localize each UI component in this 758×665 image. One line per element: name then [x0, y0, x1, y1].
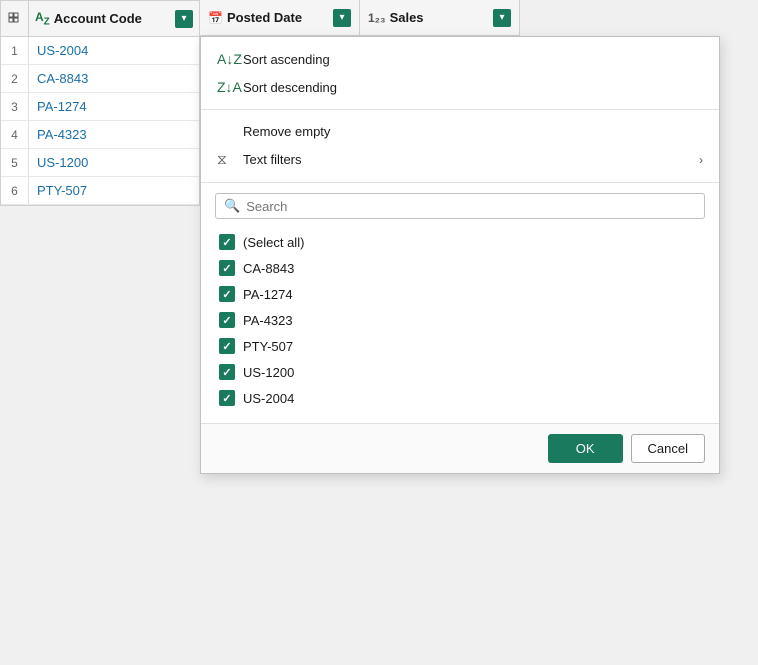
cancel-button[interactable]: Cancel	[631, 434, 705, 463]
row-num-6: 6	[1, 177, 29, 204]
row-num-3: 3	[1, 93, 29, 120]
checkbox-item-ca-8843[interactable]: CA-8843	[215, 255, 705, 281]
account-code-header: AZ Account Code ▾	[29, 1, 199, 36]
checkbox-label-pa-1274: PA-1274	[243, 287, 293, 302]
checkbox-label-pa-4323: PA-4323	[243, 313, 293, 328]
checkbox-pa-1274[interactable]	[219, 286, 235, 302]
table-row: 6 PTY-507	[1, 177, 199, 205]
sort-descending-label: Sort descending	[243, 80, 337, 95]
data-table: AZ Account Code ▾ 1 US-2004 2 CA-8843 3 …	[0, 0, 200, 206]
row-val-3: PA-1274	[29, 99, 87, 114]
checkbox-item-select-all[interactable]: (Select all)	[215, 229, 705, 255]
checkbox-us-2004[interactable]	[219, 390, 235, 406]
text-filters-label: Text filters	[243, 152, 302, 167]
sort-ascending-item[interactable]: A↓Z Sort ascending	[201, 45, 719, 73]
row-num-4: 4	[1, 121, 29, 148]
search-section: 🔍	[201, 183, 719, 225]
posted-date-filter-button[interactable]: ▾	[333, 9, 351, 27]
table-row: 4 PA-4323	[1, 121, 199, 149]
chevron-right-icon: ›	[699, 153, 703, 167]
row-val-1: US-2004	[29, 43, 88, 58]
table-row: 5 US-1200	[1, 149, 199, 177]
row-val-4: PA-4323	[29, 127, 87, 142]
checkbox-us-1200[interactable]	[219, 364, 235, 380]
sort-ascending-label: Sort ascending	[243, 52, 330, 67]
posted-date-header: 📅 Posted Date ▾	[200, 0, 360, 35]
footer-section: OK Cancel	[201, 423, 719, 473]
checkbox-item-pa-4323[interactable]: PA-4323	[215, 307, 705, 333]
posted-date-label: Posted Date	[227, 10, 302, 25]
sort-asc-icon: A↓Z	[217, 51, 235, 67]
number-col-icon: 1₂₃	[368, 11, 386, 25]
search-icon: 🔍	[224, 198, 240, 214]
row-val-5: US-1200	[29, 155, 88, 170]
sort-desc-icon: Z↓A	[217, 79, 235, 95]
checkbox-item-us-2004[interactable]: US-2004	[215, 385, 705, 411]
sort-section: A↓Z Sort ascending Z↓A Sort descending	[201, 37, 719, 110]
table-grid-icon	[8, 12, 22, 26]
checkbox-label-select-all: (Select all)	[243, 235, 304, 250]
checkbox-select-all[interactable]	[219, 234, 235, 250]
remove-empty-item[interactable]: Remove empty	[201, 118, 719, 145]
checkbox-item-pa-1274[interactable]: PA-1274	[215, 281, 705, 307]
table-row: 2 CA-8843	[1, 65, 199, 93]
sales-label: Sales	[390, 10, 424, 25]
text-col-icon: AZ	[35, 10, 50, 27]
checkbox-list: (Select all) CA-8843 PA-1274 PA-4323 PTY…	[201, 225, 719, 423]
search-input[interactable]	[246, 199, 696, 214]
ok-button[interactable]: OK	[548, 434, 623, 463]
calendar-icon: 📅	[208, 11, 223, 25]
checkbox-pa-4323[interactable]	[219, 312, 235, 328]
filter-options-section: Remove empty ⧖ Text filters ›	[201, 110, 719, 183]
checkbox-pty-507[interactable]	[219, 338, 235, 354]
sales-header: 1₂₃ Sales ▾	[360, 0, 520, 35]
row-num-2: 2	[1, 65, 29, 92]
row-number-header	[1, 1, 29, 36]
funnel-icon: ⧖	[217, 151, 235, 168]
table-row: 3 PA-1274	[1, 93, 199, 121]
checkbox-label-us-2004: US-2004	[243, 391, 294, 406]
account-code-label: Account Code	[54, 11, 142, 26]
text-filters-item[interactable]: ⧖ Text filters ›	[201, 145, 719, 174]
filter-dropdown: A↓Z Sort ascending Z↓A Sort descending R…	[200, 36, 720, 474]
row-val-2: CA-8843	[29, 71, 88, 86]
row-val-6: PTY-507	[29, 183, 87, 198]
search-box: 🔍	[215, 193, 705, 219]
sales-filter-button[interactable]: ▾	[493, 9, 511, 27]
sort-descending-item[interactable]: Z↓A Sort descending	[201, 73, 719, 101]
checkbox-label-pty-507: PTY-507	[243, 339, 293, 354]
row-num-1: 1	[1, 37, 29, 64]
table-header: AZ Account Code ▾	[1, 1, 199, 37]
checkbox-label-us-1200: US-1200	[243, 365, 294, 380]
checkbox-ca-8843[interactable]	[219, 260, 235, 276]
checkbox-item-pty-507[interactable]: PTY-507	[215, 333, 705, 359]
checkbox-label-ca-8843: CA-8843	[243, 261, 294, 276]
row-num-5: 5	[1, 149, 29, 176]
remove-empty-label: Remove empty	[243, 124, 330, 139]
checkbox-item-us-1200[interactable]: US-1200	[215, 359, 705, 385]
table-row: 1 US-2004	[1, 37, 199, 65]
account-code-filter-button[interactable]: ▾	[175, 10, 193, 28]
extra-col-headers: 📅 Posted Date ▾ 1₂₃ Sales ▾	[200, 0, 520, 36]
